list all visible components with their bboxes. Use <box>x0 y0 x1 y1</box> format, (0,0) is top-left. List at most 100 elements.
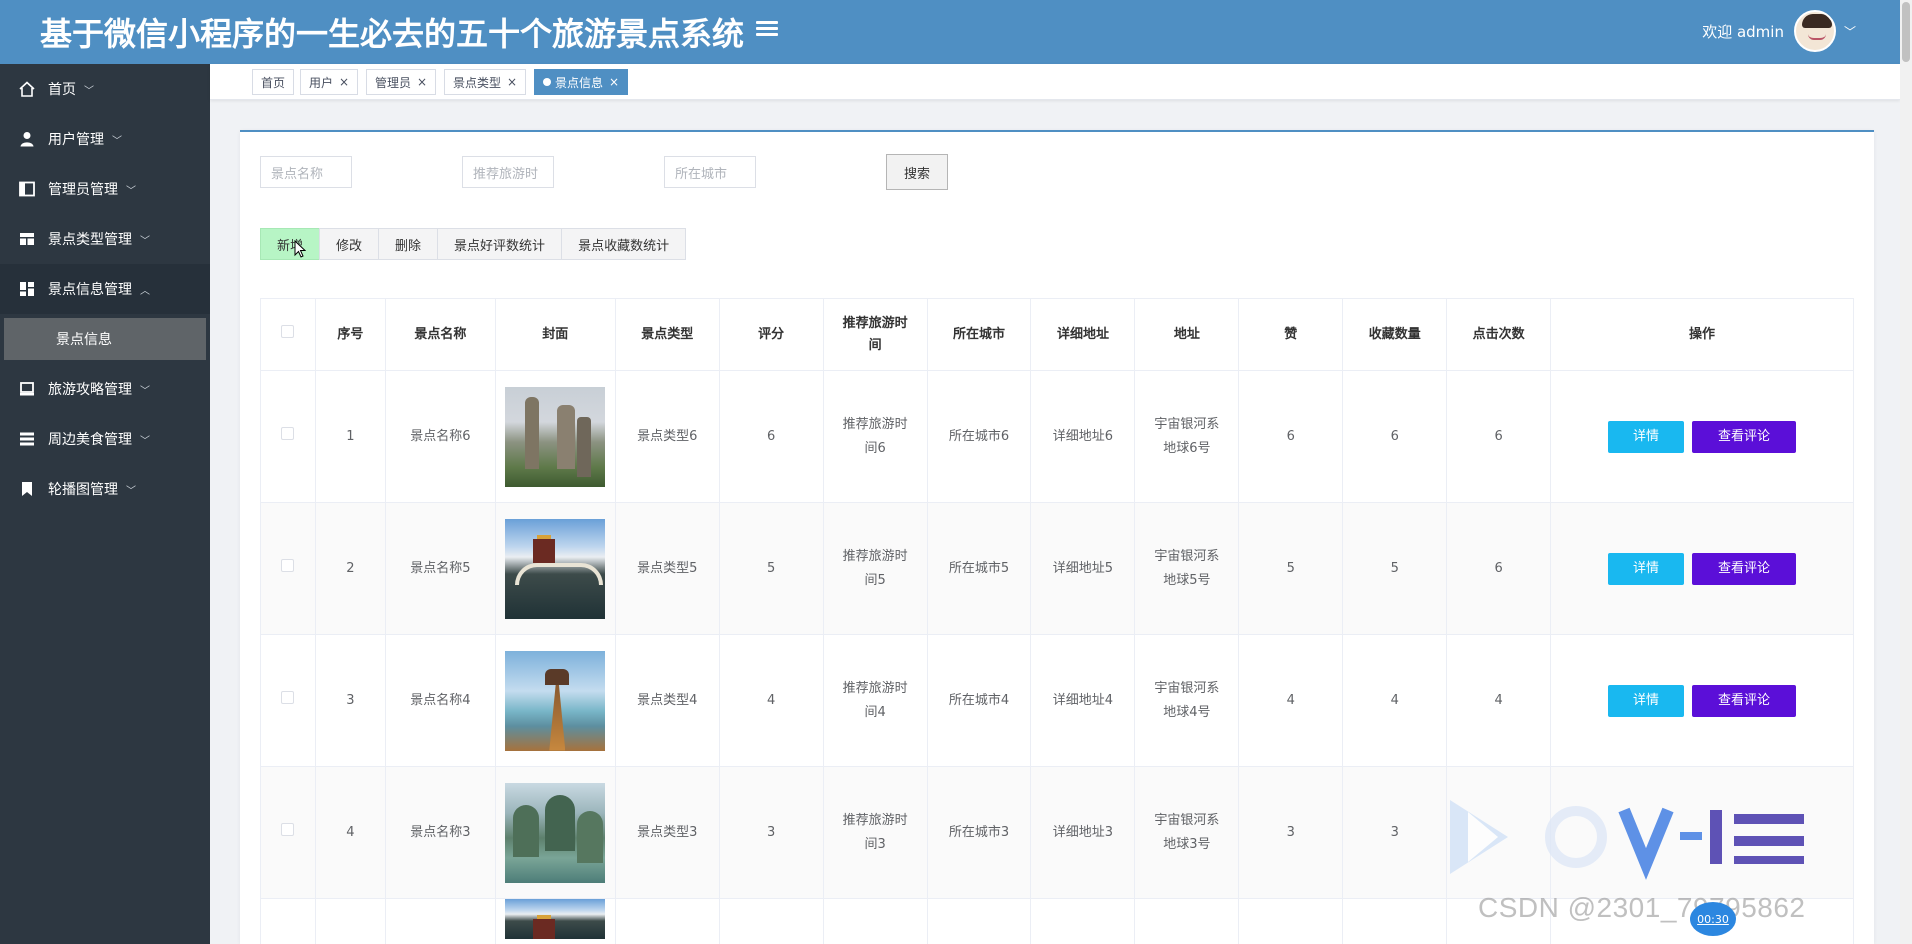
cell-ops: 详情 查看评论 <box>1550 370 1854 503</box>
cell-line: 地球5号 <box>1163 572 1211 588</box>
table-row: 1 景点名称6 景点类型6 6 推荐旅游时 间6 所在城市6 详细地址6 宇宙银河… <box>260 370 1854 503</box>
cell-cover <box>495 370 616 503</box>
edit-button[interactable]: 修改 <box>319 228 380 260</box>
cell-ops: 详情 查看评论 <box>1550 502 1854 635</box>
row-checkbox[interactable] <box>281 822 295 836</box>
chevron-down-icon: ﹀ <box>140 435 150 447</box>
cell-score: 4 <box>719 634 824 767</box>
cell-address: 宇宙银河系 地球5号 <box>1134 502 1240 635</box>
row-select-cell[interactable] <box>260 898 316 944</box>
row-select-cell[interactable] <box>260 370 316 503</box>
view-comments-button[interactable]: 查看评论 <box>1692 552 1797 585</box>
tags-view: 首页 用户 × 管理员 × 景点类型 × 景点信息 × <box>210 64 1900 100</box>
cell-city <box>927 898 1032 944</box>
cell-line: 推荐旅游时 <box>842 548 908 564</box>
col-likes: 赞 <box>1238 298 1344 371</box>
cell-recommend-time: 推荐旅游时 间5 <box>823 502 928 635</box>
cell-recommend-time: 推荐旅游时 间6 <box>823 370 928 503</box>
detail-button[interactable]: 详情 <box>1608 684 1685 717</box>
cover-image <box>505 650 606 751</box>
sidebar-item-guides[interactable]: 旅游攻略管理 ﹀ <box>0 364 210 414</box>
csdn-watermark: CSDN @2301_79795862 <box>1478 892 1806 923</box>
sidebar-item-label: 管理员管理 <box>48 182 118 198</box>
close-icon[interactable]: × <box>609 75 619 89</box>
cell-clicks: 6 <box>1446 370 1552 503</box>
row-checkbox[interactable] <box>281 426 295 440</box>
view-comments-button[interactable]: 查看评论 <box>1692 420 1797 453</box>
sidebar-subitem-spot-info[interactable]: 景点信息 <box>4 318 206 360</box>
cell-index <box>315 898 386 944</box>
close-icon[interactable]: × <box>507 75 517 89</box>
recommend-time-input[interactable]: 推荐旅游时 <box>462 156 554 188</box>
scrollbar-thumb[interactable] <box>1902 2 1910 62</box>
sidebar-item-carousel[interactable]: 轮播图管理 ﹀ <box>0 464 210 514</box>
col-cover: 封面 <box>495 298 616 371</box>
avatar[interactable] <box>1793 10 1836 52</box>
cell-name <box>385 898 496 944</box>
row-checkbox[interactable] <box>281 690 295 704</box>
cell-clicks: 4 <box>1446 634 1552 767</box>
close-icon[interactable]: × <box>417 75 427 89</box>
tag-admins[interactable]: 管理员 × <box>366 69 437 95</box>
add-button[interactable]: 新增 <box>260 228 321 260</box>
action-bar: 新增 修改 删除 景点好评数统计 景点收藏数统计 <box>260 228 687 260</box>
cell-likes: 4 <box>1238 634 1344 767</box>
sidebar: 首页 ﹀ 用户管理 ﹀ 管理员管理 ﹀ 景点类型管理 ﹀ 景点信息管理 ︿ 景点… <box>0 64 210 944</box>
view-comments-button[interactable]: 查看评论 <box>1692 684 1797 717</box>
select-all-cell[interactable] <box>260 298 316 371</box>
sidebar-item-spot-info[interactable]: 景点信息管理 ︿ <box>0 264 210 314</box>
sidebar-item-home[interactable]: 首页 ﹀ <box>0 64 210 114</box>
grid-icon <box>18 280 36 298</box>
tag-spot-info[interactable]: 景点信息 × <box>534 69 629 95</box>
cell-recommend-time: 推荐旅游时 间3 <box>823 766 928 899</box>
cell-likes <box>1238 898 1344 944</box>
cell-address: 宇宙银河系 地球3号 <box>1134 766 1240 899</box>
welcome-text: 欢迎 admin <box>1702 22 1784 41</box>
tag-spot-types[interactable]: 景点类型 × <box>444 69 527 95</box>
row-select-cell[interactable] <box>260 634 316 767</box>
sidebar-item-spot-types[interactable]: 景点类型管理 ﹀ <box>0 214 210 264</box>
city-input[interactable]: 所在城市 <box>664 156 756 188</box>
sidebar-item-admins[interactable]: 管理员管理 ﹀ <box>0 164 210 214</box>
row-select-cell[interactable] <box>260 502 316 635</box>
chevron-down-icon: ﹀ <box>112 135 122 147</box>
tag-users[interactable]: 用户 × <box>300 69 359 95</box>
detail-button[interactable]: 详情 <box>1608 552 1685 585</box>
app-title: 基于微信小程序的一生必去的五十个旅游景点系统 <box>40 15 745 53</box>
cell-score: 3 <box>719 766 824 899</box>
favorites-stats-button[interactable]: 景点收藏数统计 <box>561 228 687 260</box>
cell-line: 宇宙银河系 <box>1154 812 1220 828</box>
page-scrollbar[interactable] <box>1900 0 1912 944</box>
cell-recommend-time <box>823 898 928 944</box>
row-select-cell[interactable] <box>260 766 316 899</box>
cell-detail-address: 详细地址4 <box>1030 634 1136 767</box>
delete-button[interactable]: 删除 <box>378 228 439 260</box>
cell-type: 景点类型4 <box>615 634 720 767</box>
spot-name-input[interactable]: 景点名称 <box>260 156 352 188</box>
user-menu[interactable]: 欢迎 admin ﹀ <box>1702 10 1856 52</box>
mouse-cursor-icon <box>294 240 306 258</box>
select-all-checkbox[interactable] <box>281 324 295 338</box>
cell-likes: 6 <box>1238 370 1344 503</box>
sidebar-item-food[interactable]: 周边美食管理 ﹀ <box>0 414 210 464</box>
cell-line: 推荐旅游时 <box>842 416 908 432</box>
col-city: 所在城市 <box>927 298 1032 371</box>
detail-button[interactable]: 详情 <box>1608 420 1685 453</box>
sidebar-item-label: 用户管理 <box>48 132 104 148</box>
cell-name: 景点名称3 <box>385 766 496 899</box>
close-icon[interactable]: × <box>339 75 349 89</box>
active-dot-icon <box>543 78 551 86</box>
cell-score: 6 <box>719 370 824 503</box>
cell-recommend-time: 推荐旅游时 间4 <box>823 634 928 767</box>
chevron-down-icon[interactable]: ﹀ <box>1844 23 1856 40</box>
chevron-up-icon: ︿ <box>140 285 150 297</box>
cell-index: 4 <box>315 766 386 899</box>
good-review-stats-button[interactable]: 景点好评数统计 <box>437 228 563 260</box>
menu-toggle-icon[interactable] <box>756 18 778 40</box>
watermark-logo-icon <box>1450 800 1804 880</box>
row-checkbox[interactable] <box>281 558 295 572</box>
search-button[interactable]: 搜索 <box>886 154 948 190</box>
sidebar-item-users[interactable]: 用户管理 ﹀ <box>0 114 210 164</box>
tag-home[interactable]: 首页 <box>252 69 295 95</box>
cell-line: 宇宙银河系 <box>1154 680 1220 696</box>
